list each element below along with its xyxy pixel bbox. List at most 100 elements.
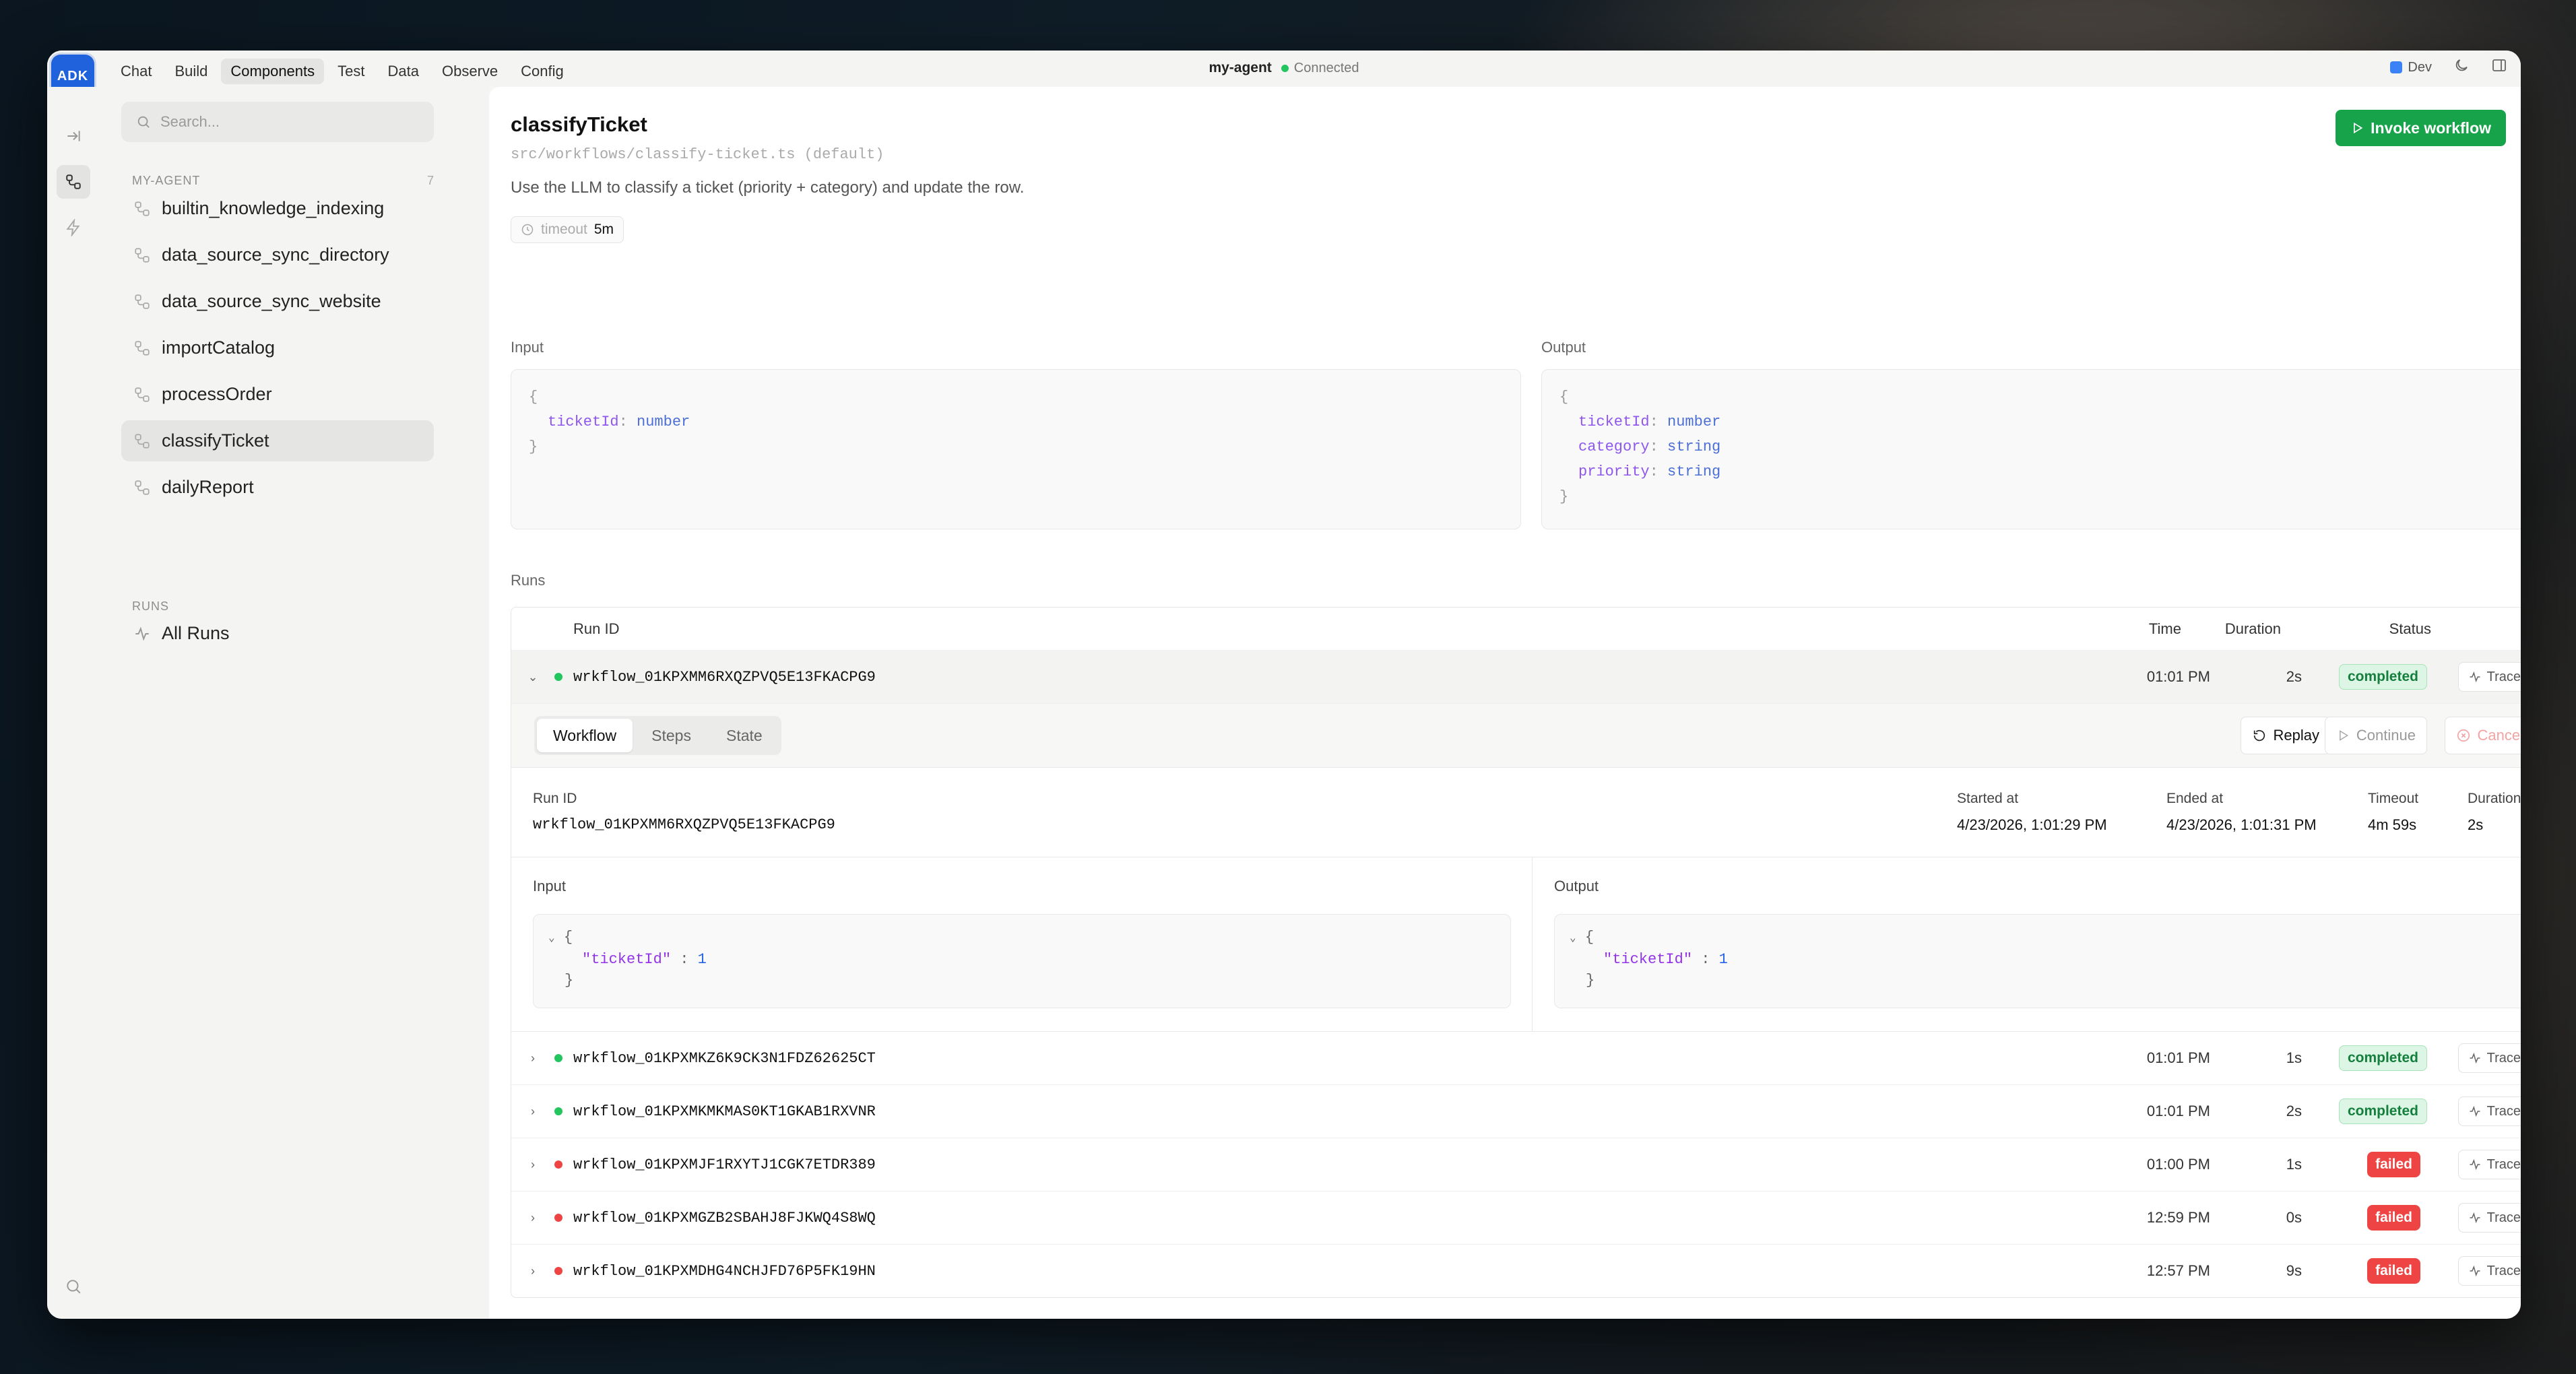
runs-list: All Runs [121,613,434,659]
schema-field: ticketId: number [548,414,690,430]
activity-icon [2470,1105,2480,1117]
tab-state[interactable]: State [710,719,779,752]
invoke-workflow-button[interactable]: Invoke workflow [2336,110,2506,146]
workflow-description: Use the LLM to classify a ticket (priori… [511,178,1025,197]
sidebar-item-all-runs[interactable]: All Runs [121,613,434,654]
workflow-icon [135,387,150,402]
play-icon [2340,729,2349,742]
env-label: Dev [2408,59,2432,75]
chevron-right-icon[interactable]: › [526,1211,540,1225]
traces-button[interactable]: Traces [2457,1043,2521,1073]
chevron-down-icon[interactable]: ⌄ [526,670,540,684]
main-panel: classifyTicket src/workflows/classify-ti… [489,87,2521,1319]
search-icon[interactable] [57,1270,90,1303]
table-row[interactable]: ⌄ wrkflow_01KPXMM6RXQZPVQ5E13FKACPG9 01:… [511,651,2521,704]
schema-field: priority: string [1578,463,1721,480]
run-detail-panel: Workflow Steps State Replay Continue Can… [511,704,2521,1032]
workflow-icon [135,433,150,449]
run-input: Input ⌄ { "ticketId" : 1 } [511,857,1533,1032]
run-id: wrkflow_01KPXMJF1RXYTJ1CGK7ETDR389 [573,1156,876,1173]
connected-dot [1281,64,1289,72]
activity-icon [2470,1212,2480,1224]
sidebar-item-data-source-sync-website[interactable]: data_source_sync_website [121,281,434,322]
status-dot [554,1054,562,1062]
run-id-label: Run ID [533,791,577,806]
sidebar-item-label: All Runs [162,623,230,643]
sidebar-item-dailyreport[interactable]: dailyReport [121,467,434,508]
sidebar-item-classifyticket[interactable]: classifyTicket [121,420,434,461]
actions-bolt-icon[interactable] [57,211,90,244]
output-schema-label: Output [1541,339,1586,356]
workflow-list: builtin_knowledge_indexing data_source_sy… [121,188,434,513]
run-id: wrkflow_01KPXMM6RXQZPVQ5E13FKACPG9 [573,668,876,686]
sidebar-item-label: classifyTicket [162,430,269,451]
tab-workflow[interactable]: Workflow [537,719,633,752]
table-row[interactable]: › wrkflow_01KPXMKZ6K9CK3N1FDZ62625CT 01:01… [511,1032,2521,1085]
table-row[interactable]: › wrkflow_01KPXMGZB2SBAHJ8FJKWQ4S8WQ 12:59… [511,1191,2521,1245]
status-badge: completed [2338,1045,2427,1071]
run-time: 01:01 PM [2146,1049,2210,1066]
workflows-icon[interactable] [57,165,90,199]
activity-icon [2470,671,2480,683]
started-label: Started at [1957,791,2019,806]
expand-sidebar-icon[interactable] [57,119,90,153]
output-json: ⌄ { "ticketId" : 1 } [1554,914,2521,1008]
app-window: Chat Build Components Test Data Observe … [47,51,2521,1319]
run-input-label: Input [533,878,566,894]
traces-button[interactable]: Traces [2457,1097,2521,1126]
table-row[interactable]: › wrkflow_01KPXMDHG4NCHJFD76P5FK19HN 12:57… [511,1245,2521,1297]
tab-steps[interactable]: Steps [635,719,707,752]
activity-icon [135,626,149,641]
workflow-icon [135,247,150,263]
chevron-right-icon[interactable]: › [526,1264,540,1278]
status-dot [554,1160,562,1169]
status-badge: failed [2367,1258,2420,1284]
chevron-down-icon[interactable]: ⌄ [1570,932,1576,944]
timeout-chip: timeout 5m [511,216,624,243]
detail-tabs: Workflow Steps State [534,716,781,755]
cancel-button[interactable]: Cancel [2444,717,2521,754]
sidebar-search[interactable] [121,102,434,142]
panel-toggle-icon[interactable] [2491,57,2507,77]
duration-label: Duration [2468,791,2521,806]
run-id: wrkflow_01KPXMKMKMAS0KT1GKAB1RXVNR [573,1103,876,1120]
chevron-down-icon[interactable]: ⌄ [548,932,555,944]
agent-status: my-agent Connected [47,60,2521,76]
sidebar-item-data-source-sync-directory[interactable]: data_source_sync_directory [121,234,434,275]
replay-icon [2253,729,2265,742]
traces-button[interactable]: Traces [2457,662,2521,692]
chevron-right-icon[interactable]: › [526,1105,540,1119]
traces-button[interactable]: Traces [2457,1203,2521,1233]
env-switcher[interactable]: Dev [2390,60,2432,75]
sidebar-item-processorder[interactable]: processOrder [121,374,434,415]
ended-value: 4/23/2026, 1:01:31 PM [2166,816,2317,833]
sidebar-item-label: builtin_knowledge_indexing [162,198,385,218]
clock-icon [521,224,534,236]
traces-button[interactable]: Traces [2457,1150,2521,1179]
duration-value: 2s [2468,816,2484,833]
run-id-value: wrkflow_01KPXMM6RXQZPVQ5E13FKACPG9 [533,816,835,833]
connection-status: Connected [1293,61,1359,75]
table-row[interactable]: › wrkflow_01KPXMJF1RXYTJ1CGK7ETDR389 01:00… [511,1138,2521,1191]
theme-toggle-icon[interactable] [2453,57,2470,77]
run-id: wrkflow_01KPXMKZ6K9CK3N1FDZ62625CT [573,1049,876,1067]
chevron-right-icon[interactable]: › [526,1051,540,1066]
run-time: 12:59 PM [2146,1209,2210,1226]
sidebar-item-importcatalog[interactable]: importCatalog [121,327,434,368]
timeout-label: timeout [541,222,587,237]
cancel-circle-icon [2457,729,2470,742]
timeout-label: Timeout [2368,791,2419,806]
output-schema-box: { ticketId: number category: string prio… [1541,369,2521,529]
run-duration: 1s [2286,1049,2302,1066]
status-badge: failed [2367,1152,2420,1177]
table-row[interactable]: › wrkflow_01KPXMKMKMAS0KT1GKAB1RXVNR 01:01… [511,1085,2521,1138]
traces-button[interactable]: Traces [2457,1256,2521,1286]
sidebar-item-builtin-knowledge-indexing[interactable]: builtin_knowledge_indexing [121,188,434,229]
search-input[interactable] [160,113,403,131]
input-schema-label: Input [511,339,544,356]
sidebar-item-label: data_source_sync_website [162,291,381,311]
run-time: 01:01 PM [2146,668,2210,685]
replay-button[interactable]: Replay [2240,717,2331,754]
continue-button[interactable]: Continue [2324,717,2427,754]
chevron-right-icon[interactable]: › [526,1158,540,1172]
